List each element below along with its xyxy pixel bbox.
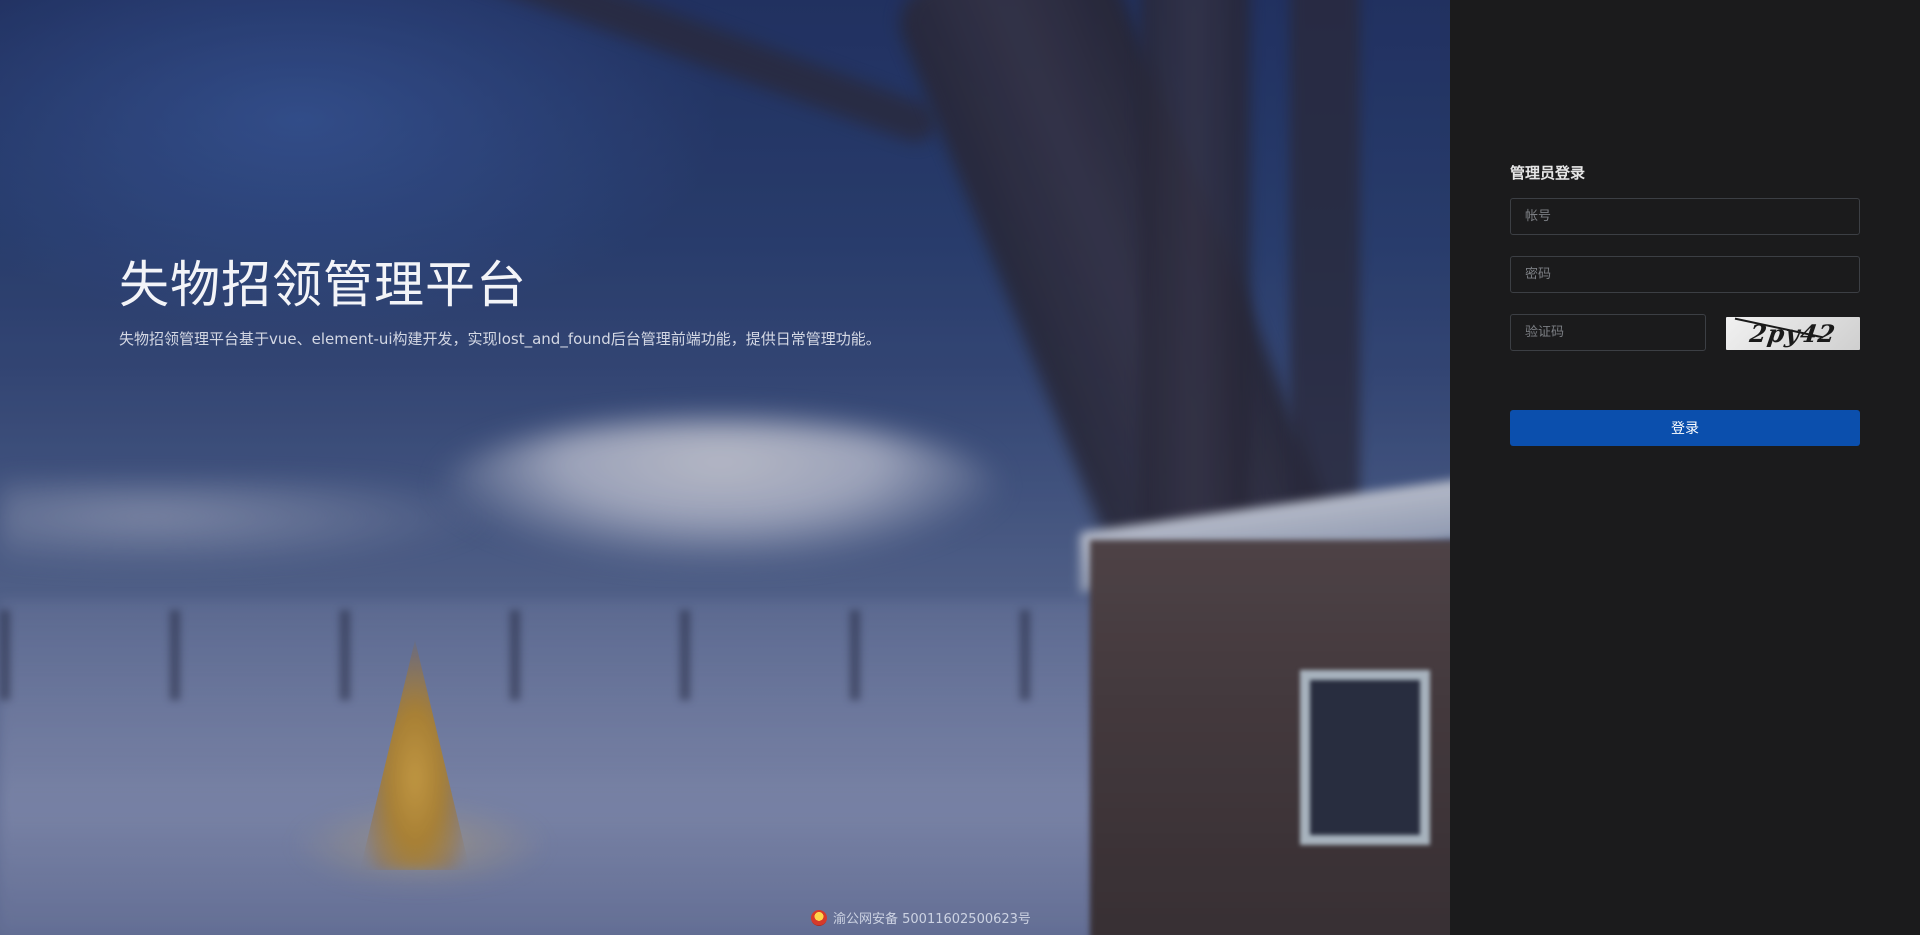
captcha-input[interactable] xyxy=(1510,314,1706,351)
login-panel: 管理员登录 2py42 登录 xyxy=(1450,0,1920,935)
footer-record-text[interactable]: 渝公网安备 50011602500623号 xyxy=(833,908,1031,927)
login-button[interactable]: 登录 xyxy=(1510,410,1860,446)
password-input[interactable] xyxy=(1510,256,1860,293)
login-title: 管理员登录 xyxy=(1510,164,1586,182)
police-badge-icon xyxy=(811,909,827,926)
footer-record[interactable]: 渝公网安备 50011602500623号 xyxy=(811,908,1031,927)
captcha-text: 2py42 xyxy=(1748,319,1838,348)
captcha-image[interactable]: 2py42 xyxy=(1726,317,1860,350)
platform-description: 失物招领管理平台基于vue、element-ui构建开发，实现lost_and_… xyxy=(119,330,881,348)
account-input[interactable] xyxy=(1510,198,1860,235)
platform-title: 失物招领管理平台 xyxy=(119,256,527,314)
background-overlay xyxy=(0,0,1450,935)
background-panel: 失物招领管理平台 失物招领管理平台基于vue、element-ui构建开发，实现… xyxy=(0,0,1450,935)
